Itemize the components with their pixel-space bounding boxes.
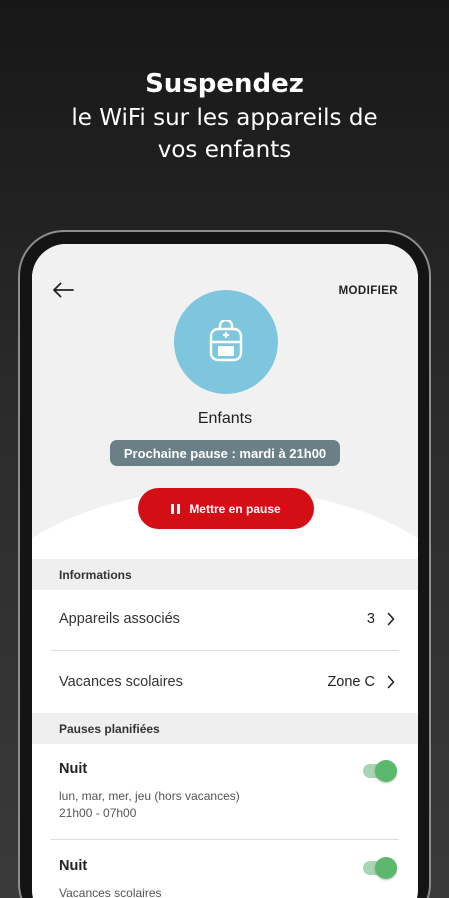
pause-icon xyxy=(171,503,181,514)
pause-title: Nuit xyxy=(59,858,88,874)
row-label: Appareils associés xyxy=(59,611,180,627)
divider xyxy=(51,839,399,840)
pause-button-label: Mettre en pause xyxy=(189,501,281,516)
row-value: Zone C xyxy=(327,674,375,690)
chevron-right-icon xyxy=(387,612,395,626)
promo-headline: Suspendez le WiFi sur les appareils de v… xyxy=(0,66,449,166)
pause-title: Nuit xyxy=(59,761,88,777)
profile-avatar xyxy=(174,290,278,394)
section-informations: Informations xyxy=(32,559,418,590)
arrow-left-icon xyxy=(53,282,74,298)
profile-name: Enfants xyxy=(197,410,253,427)
pause-button[interactable]: Mettre en pause xyxy=(138,488,314,529)
section-planned-pauses: Pauses planifiées xyxy=(32,713,418,744)
row-school-holidays[interactable]: Vacances scolaires Zone C xyxy=(51,651,399,713)
pause-toggle[interactable] xyxy=(363,857,397,879)
row-associated-devices[interactable]: Appareils associés 3 xyxy=(51,588,399,650)
pause-hours: 21h00 - 07h00 xyxy=(59,806,137,820)
modify-button[interactable]: MODIFIER xyxy=(339,285,398,297)
pause-toggle[interactable] xyxy=(363,760,397,782)
chevron-right-icon xyxy=(387,675,395,689)
toggle-knob xyxy=(375,760,397,782)
headline-line-1: le WiFi sur les appareils de xyxy=(71,105,378,131)
backpack-icon xyxy=(209,320,243,362)
pause-days: Vacances scolaires xyxy=(59,886,162,898)
row-label: Vacances scolaires xyxy=(59,674,183,690)
row-value: 3 xyxy=(366,611,375,627)
headline-line-2: vos enfants xyxy=(157,137,292,163)
toggle-knob xyxy=(375,857,397,879)
scheduled-pause-item[interactable]: Nuit Vacances scolaires xyxy=(51,857,399,898)
scheduled-pause-item[interactable]: Nuit lun, mar, mer, jeu (hors vacances) … xyxy=(51,760,399,820)
headline-title: Suspendez xyxy=(145,69,304,99)
back-button[interactable] xyxy=(50,279,76,301)
pause-days: lun, mar, mer, jeu (hors vacances) xyxy=(59,789,240,803)
next-pause-badge: Prochaine pause : mardi à 21h00 xyxy=(110,440,340,466)
app-screen: MODIFIER Enfants Prochaine pause : mardi… xyxy=(32,244,418,898)
